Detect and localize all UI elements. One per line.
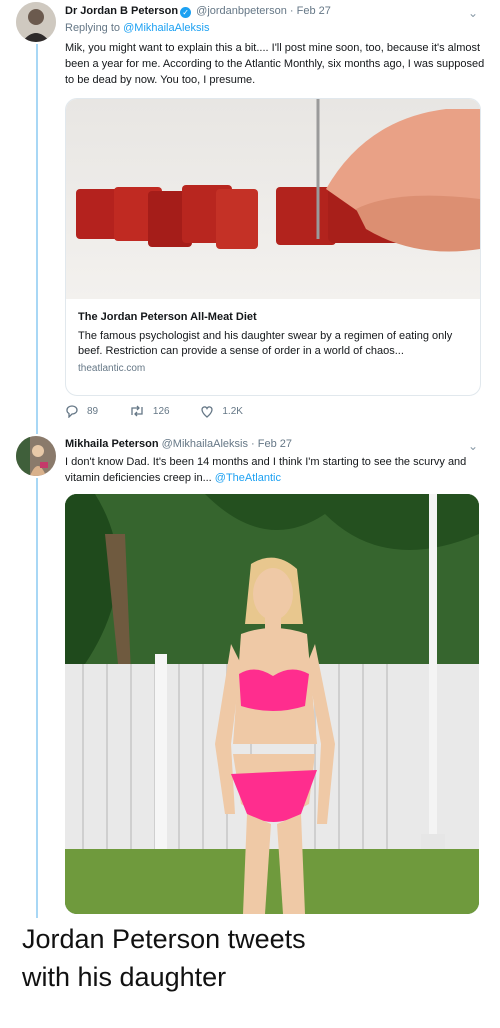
reply-count: 89 <box>87 405 99 417</box>
heart-icon <box>201 406 213 418</box>
like-button[interactable]: 1.2K <box>200 405 243 418</box>
tweet-actions: 89 126 1.2K <box>65 404 271 421</box>
photo-image <box>65 494 479 914</box>
retweet-count: 126 <box>152 405 170 417</box>
display-name[interactable]: Mikhaila Peterson <box>65 438 159 450</box>
avatar-mikhaila[interactable] <box>16 436 56 476</box>
retweet-icon <box>131 405 143 417</box>
chevron-down-icon[interactable]: ⌄ <box>468 439 478 453</box>
thread-line <box>36 44 38 434</box>
like-count: 1.2K <box>222 406 243 417</box>
tweet-header: Dr Jordan B Peterson ✓ @jordanbpeterson ·… <box>65 5 331 18</box>
link-card[interactable]: The Jordan Peterson All-Meat Diet The fa… <box>65 98 481 396</box>
display-name[interactable]: Dr Jordan B Peterson <box>65 5 178 17</box>
tweet-text: I don't know Dad. It's been 14 months an… <box>65 454 485 486</box>
tweet-date[interactable]: Feb 27 <box>258 438 292 450</box>
card-image <box>66 99 480 299</box>
replying-label: Replying to <box>65 22 121 34</box>
card-domain: theatlantic.com <box>78 363 146 374</box>
tweet-date[interactable]: Feb 27 <box>297 5 331 17</box>
chevron-down-icon[interactable]: ⌄ <box>468 6 478 20</box>
tweet-photo[interactable] <box>65 494 479 914</box>
tweet-text: Mik, you might want to explain this a bi… <box>65 42 485 86</box>
reply-icon <box>66 405 78 418</box>
retweet-button[interactable]: 126 <box>129 404 170 418</box>
tweet-header: Mikhaila Peterson @MikhailaAleksis · Feb… <box>65 438 293 450</box>
thread-line-top <box>36 430 38 434</box>
avatar-jordan[interactable] <box>16 2 56 42</box>
mention-link[interactable]: @TheAtlantic <box>215 472 281 484</box>
card-description: The famous psychologist and his daughter… <box>78 330 453 357</box>
replying-line: Replying to @MikhailaAleksis <box>65 22 209 34</box>
replying-to-link[interactable]: @MikhailaAleksis <box>123 22 209 34</box>
tweet-jordan[interactable]: Dr Jordan B Peterson ✓ @jordanbpeterson ·… <box>0 0 500 434</box>
card-title: The Jordan Peterson All-Meat Diet <box>78 311 257 323</box>
verified-icon: ✓ <box>180 7 192 18</box>
thread-line <box>36 478 38 918</box>
meme-caption: Jordan Peterson tweets with his daughter <box>22 924 306 992</box>
reply-button[interactable]: 89 <box>65 404 98 418</box>
user-handle[interactable]: @MikhailaAleksis <box>162 438 248 450</box>
user-handle[interactable]: @jordanbpeterson <box>196 5 287 17</box>
